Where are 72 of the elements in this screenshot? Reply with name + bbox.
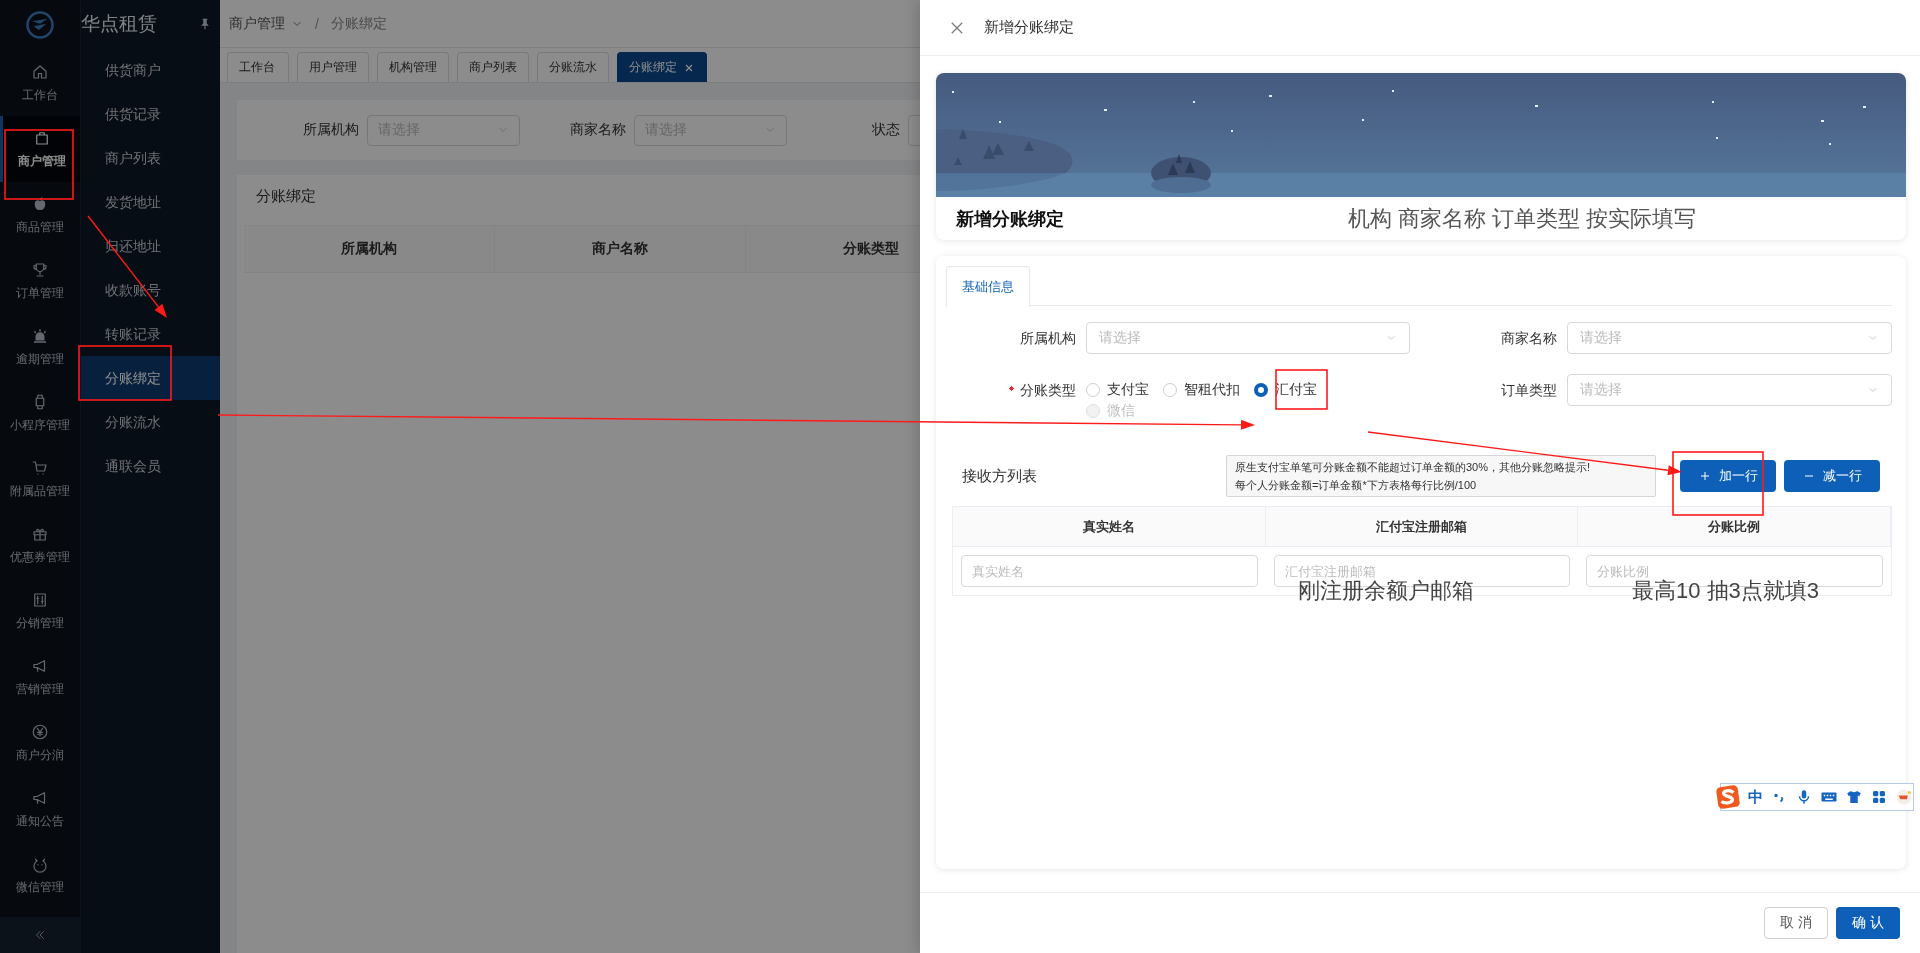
drawer-title: 新增分账绑定 — [984, 18, 1074, 37]
rail-item[interactable]: 商户分润 — [0, 710, 80, 776]
rail-item[interactable]: 商户管理 — [0, 116, 80, 182]
rail-item[interactable]: 微信管理 — [0, 842, 80, 908]
annotation-box — [1275, 369, 1328, 410]
rail-item[interactable]: 小程序管理 — [0, 380, 80, 446]
submenu-item[interactable]: 收款账号 — [81, 268, 220, 312]
filter-label: 商家名称 — [570, 121, 626, 139]
rail-item[interactable]: 优惠券管理 — [0, 512, 80, 578]
trophy-icon — [31, 260, 49, 279]
breadcrumb-link[interactable]: 分账绑定 — [330, 14, 387, 33]
breadcrumb-link[interactable]: 商户管理 — [229, 14, 285, 33]
input-mode-toggle[interactable]: 中 — [1748, 787, 1763, 807]
cancel-button[interactable]: 取 消 — [1764, 907, 1828, 939]
page-tab[interactable]: 工作台 — [227, 52, 289, 82]
card-title: 分账绑定 — [255, 187, 317, 206]
form-tab[interactable]: 基础信息 — [946, 266, 1030, 307]
page-tab[interactable]: 分账流水 — [537, 52, 609, 82]
confirm-button[interactable]: 确 认 — [1836, 907, 1900, 939]
rail-item[interactable]: 逾期管理 — [0, 314, 80, 380]
submenu-item[interactable]: 供货记录 — [81, 92, 220, 136]
row-remove-button[interactable]: 减一行 — [1784, 460, 1880, 492]
cart-icon — [31, 458, 49, 477]
rail-item[interactable]: 分销管理 — [0, 578, 80, 644]
submenu-item[interactable]: 转账记录 — [81, 312, 220, 356]
logo-icon — [25, 10, 55, 40]
filter-label: 状态 — [872, 121, 900, 139]
radio-option[interactable]: 支付宝 — [1086, 379, 1149, 400]
plus-icon — [1698, 470, 1711, 482]
rail-item[interactable]: 营销管理 — [0, 644, 80, 710]
mascot-icon — [1895, 788, 1913, 806]
row-add-button[interactable]: 加一行 — [1680, 460, 1776, 492]
rail-item[interactable]: 订单管理 — [0, 248, 80, 314]
submenu-item[interactable]: 分账绑定 — [81, 356, 220, 400]
column-header: 真实姓名 — [953, 507, 1266, 546]
page-tab[interactable]: 用户管理 — [297, 52, 369, 82]
field-label: 分账类型 — [946, 374, 1086, 406]
submenu-item[interactable]: 通联会员 — [81, 444, 220, 488]
hint-text: 每个人分账金额=订单金额*下方表格每行比例/100 — [1235, 478, 1478, 493]
rail-item[interactable]: 商品管理 — [0, 182, 80, 248]
column-header: 所属机构 — [244, 226, 495, 272]
annotation-box — [4, 129, 74, 200]
annotation-text: 机构 商家名称 订单类型 按实际填写 — [1348, 204, 1697, 233]
alarm-light-icon — [31, 326, 49, 345]
column-header: 分账比例 — [1578, 507, 1891, 546]
submenu-item[interactable]: 供货商户 — [81, 48, 220, 92]
submenu-item[interactable]: 发货地址 — [81, 180, 220, 224]
double-chevron-icon — [33, 928, 47, 942]
page-tab[interactable]: 机构管理 — [377, 52, 449, 82]
radio-option[interactable]: 智租代扣 — [1163, 379, 1240, 400]
field-label: 商家名称 — [1500, 329, 1558, 348]
yen-icon — [31, 722, 49, 741]
page-tab[interactable]: 分账绑定 — [617, 52, 707, 82]
field-label: 所属机构 — [1019, 329, 1077, 348]
submenu-item[interactable]: 商户列表 — [81, 136, 220, 180]
hint-text: 原生支付宝单笔可分账金额不能超过订单金额的30%，其他分账忽略提示! — [1235, 460, 1592, 475]
column-header: 商户名称 — [495, 226, 746, 272]
input-field[interactable]: 真实姓名 — [961, 555, 1258, 587]
section-title: 接收方列表 — [961, 466, 1037, 486]
field-label: 订单类型 — [1500, 381, 1558, 400]
page-tab[interactable]: 商户列表 — [457, 52, 529, 82]
column-header: 汇付宝注册邮箱 — [1265, 507, 1579, 546]
rail-item[interactable]: 通知公告 — [0, 776, 80, 842]
sliders-icon — [31, 590, 49, 609]
breadcrumb-separator: / — [315, 15, 319, 32]
filter-label: 所属机构 — [303, 121, 359, 139]
rail-item[interactable]: 工作台 — [0, 50, 80, 116]
rail-item[interactable]: 附属品管理 — [0, 446, 80, 512]
shirt-icon — [1845, 788, 1863, 806]
grid-icon — [1870, 788, 1888, 806]
app-name: 华点租赁 — [81, 12, 157, 36]
submenu-item[interactable]: 分账流水 — [81, 400, 220, 444]
